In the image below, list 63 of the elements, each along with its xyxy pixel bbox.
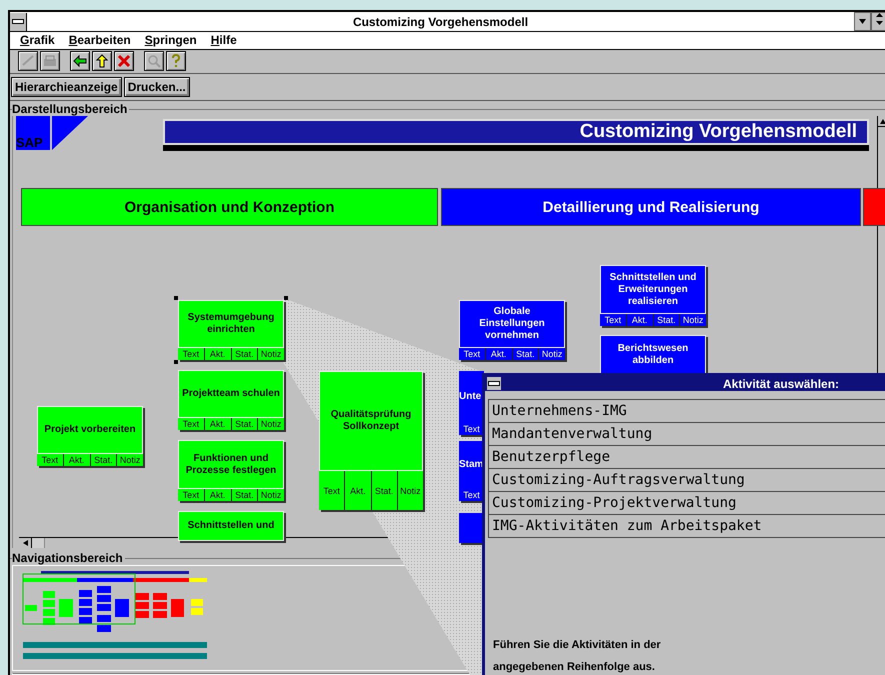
node-button[interactable]: Stat. — [372, 471, 397, 510]
node-button[interactable]: Notiz — [398, 471, 423, 510]
node-button[interactable]: Stat. — [232, 418, 258, 430]
activity-node[interactable]: Berichtswesen abbilden — [600, 335, 706, 375]
activity-list-item[interactable]: Unternehmens-IMG — [488, 399, 885, 422]
node-button[interactable]: Text — [459, 489, 484, 501]
node-button[interactable]: Stat. — [90, 454, 116, 466]
node-button[interactable]: Notiz — [258, 348, 284, 360]
activity-list-item[interactable]: Mandantenverwaltung — [488, 422, 885, 445]
system-menu-icon[interactable] — [10, 12, 27, 30]
node-button[interactable]: Notiz — [680, 314, 706, 326]
node-button[interactable]: Text — [178, 348, 204, 360]
node-button[interactable]: Text — [459, 348, 485, 360]
activity-list-item[interactable]: Customizing-Auftragsverwaltung — [488, 468, 885, 491]
scroll-up-arrow-icon[interactable] — [880, 118, 885, 124]
node-button[interactable]: Text — [178, 489, 204, 501]
phase-bar: Detaillierung und Realisierung — [441, 188, 861, 226]
phase-bar: Organisation und Konzeption — [21, 188, 438, 226]
node-button[interactable]: Text — [600, 314, 626, 326]
scrollbar-thumb[interactable] — [32, 538, 45, 548]
system-menu-icon[interactable] — [487, 377, 501, 390]
node-button[interactable]: Stat. — [512, 348, 538, 360]
node-button[interactable]: Akt. — [64, 454, 90, 466]
window-title: Customizing Vorgehensmodell — [352, 14, 530, 28]
dialog-title: Aktivität auswählen: — [723, 376, 840, 390]
sap-logo: SAP — [16, 116, 88, 150]
cancel-icon[interactable] — [114, 51, 134, 72]
node-button[interactable]: Notiz — [539, 348, 565, 360]
push-button[interactable]: Hierarchieanzeige — [11, 76, 122, 97]
node-button[interactable]: Text — [178, 418, 204, 430]
push-button[interactable]: Drucken... — [124, 76, 190, 97]
node-button[interactable]: Notiz — [258, 489, 284, 501]
minimize-button[interactable] — [854, 12, 871, 31]
node-button[interactable]: Stat. — [232, 348, 258, 360]
group-label: Darstellungsbereich — [12, 102, 130, 116]
node-button[interactable]: Text — [319, 471, 344, 510]
restore-button[interactable] — [871, 12, 885, 31]
node-button[interactable]: Text — [459, 423, 484, 435]
menu-item[interactable]: Grafik — [20, 33, 55, 48]
menu-item[interactable]: Bearbeiten — [68, 33, 131, 48]
node-button[interactable]: Notiz — [117, 454, 143, 466]
node-button[interactable]: Stat. — [232, 489, 258, 501]
node-button[interactable]: Akt. — [486, 348, 512, 360]
node-button[interactable]: Text — [37, 454, 63, 466]
dropdown-arrow-icon — [859, 19, 866, 24]
help-icon[interactable] — [166, 51, 186, 72]
node-button[interactable]: Akt. — [204, 418, 230, 430]
activity-list-item[interactable]: Customizing-Projektverwaltung — [488, 491, 885, 514]
scroll-left-arrow-icon[interactable] — [22, 540, 28, 546]
node-button[interactable]: Stat. — [654, 314, 680, 326]
node-button[interactable]: Akt. — [204, 489, 230, 501]
node-button[interactable]: Akt. — [626, 314, 652, 326]
activity-list-item[interactable]: Benutzerpflege — [488, 445, 885, 468]
node-button[interactable]: Notiz — [258, 418, 284, 430]
activity-node[interactable] — [459, 513, 484, 543]
activity-node[interactable]: Schnittstellen und — [178, 511, 284, 541]
node-button[interactable]: Akt. — [345, 471, 370, 510]
activity-list-item[interactable]: IMG-Aktivitäten zum Arbeitspaket — [488, 514, 885, 538]
node-button[interactable]: Akt. — [204, 348, 230, 360]
group-label: Navigationsbereich — [12, 551, 125, 565]
menu-item[interactable]: Hilfe — [210, 33, 237, 48]
instruction-text: Führen Sie die Aktivitäten in der angegebenen Reihenfolge aus. — [493, 638, 662, 675]
menu-item[interactable]: Springen — [144, 33, 197, 48]
